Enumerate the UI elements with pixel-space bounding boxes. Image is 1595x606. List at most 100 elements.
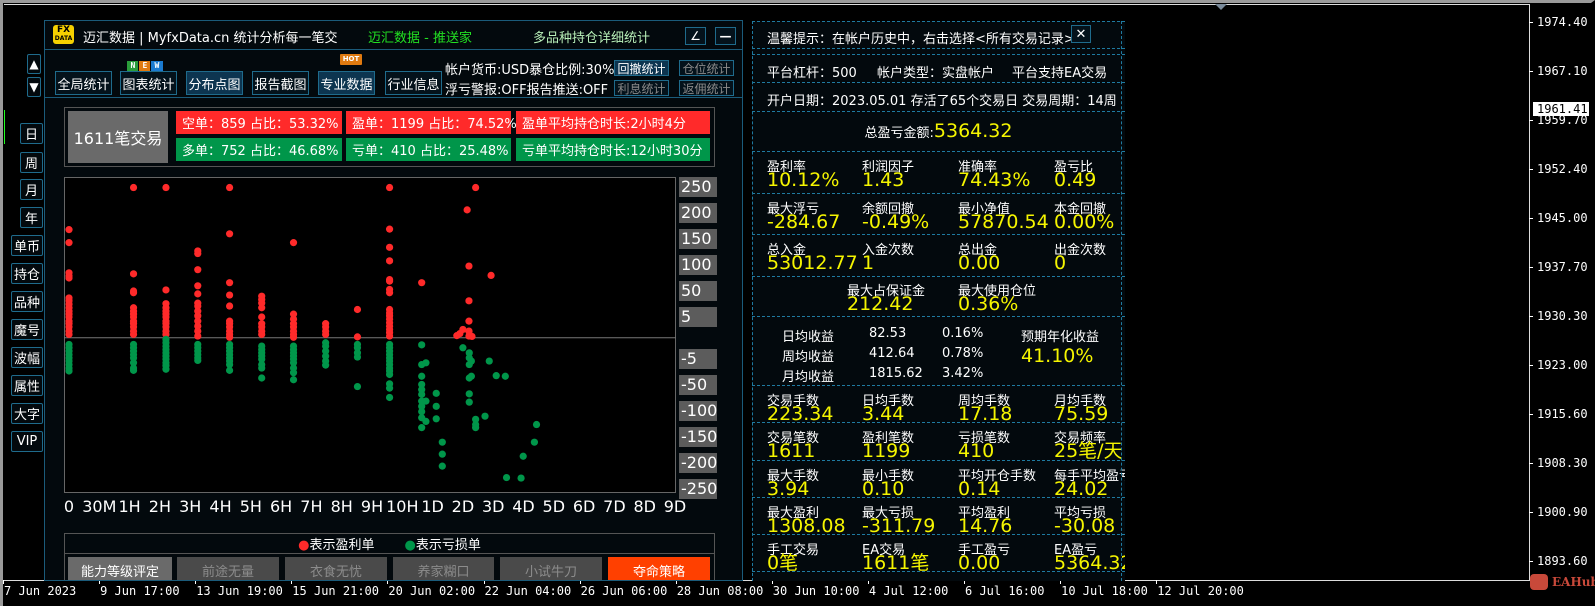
profit-trade-point [65,239,73,247]
distribution-scatter-plot [64,177,676,493]
eahub-text: EAHub [1552,575,1595,589]
profit-trade-point [225,279,234,287]
loss-trade-point [530,438,539,446]
loss-trade-point [472,424,480,432]
leverage: 平台杠杆：500 [767,66,857,81]
time-tick: 6 Jul 16:00 [963,580,1045,598]
stat-value: -311.79 [862,514,936,537]
rating-button-4[interactable]: 小试牛刀 [500,557,602,580]
tab-2[interactable]: 分布点图 [186,71,243,95]
minimize-button[interactable]: — [715,27,736,45]
fxdata-logo: FX DATA [53,25,74,44]
x-tick-label: 30M [82,497,117,516]
price-tick: 1923.00 [1529,358,1588,372]
period-button-9[interactable]: 属性 [11,375,43,396]
chart-shift-marker-icon[interactable] [1215,4,1227,10]
stat-value: 0.10 [862,477,905,500]
stat-value: 0笔 [767,552,799,575]
position-stats-button[interactable]: 仓位统计 [679,60,734,76]
new-badge-icon: NEW [127,61,163,71]
rebate-stats-button[interactable]: 返佣统计 [679,80,734,96]
x-tick-label: 9H [360,497,384,516]
period-button-10[interactable]: 大字 [11,403,43,424]
loss-trade-point [194,356,202,365]
rating-button-3[interactable]: 养家糊口 [393,557,494,580]
drawdown-stats-button[interactable]: 回撤统计 [614,60,669,76]
period-button-6[interactable]: 品种 [11,291,43,312]
loss-trade-point [418,424,426,432]
profit-trade-point [194,282,202,290]
stat-value: 10.12% [767,169,840,191]
income-label: 周均收益 [782,350,835,365]
period-button-8[interactable]: 波幅 [11,347,43,368]
loss-trade-point [432,389,440,397]
stat-value: 1611 [767,440,816,463]
loss-trade-point [501,372,509,380]
period-button-1[interactable]: 周 [20,152,43,173]
stat-value: 0.00 [958,252,1001,274]
time-tick: 10 Jul 18:00 [1060,580,1148,598]
tab-4[interactable]: 专业数据 [318,71,375,95]
margin-value: 0.36% [958,293,1019,315]
rating-button-2[interactable]: 衣食无忧 [285,557,387,580]
toolbar-divider [45,97,742,98]
loss-trade-point [485,357,493,365]
loss-trade-point [289,376,298,384]
scroll-up-button[interactable]: ▲ [27,54,41,74]
tab-1[interactable]: 图表统计 [120,71,177,95]
losing-orders: 亏单：410 占比：25.48% [346,138,511,161]
interest-stats-button[interactable]: 利息统计 [614,80,669,96]
rating-button-1[interactable]: 前途无量 [177,557,279,580]
time-tick: 15 Jun 21:00 [291,580,379,598]
legend-profit: ●表示盈利单 [298,534,374,553]
stat-value: 0.00 [958,552,1001,575]
edit-button[interactable]: ∠ [685,27,706,45]
ea-support: 平台支持EA交易 [1012,66,1108,81]
tab-0[interactable]: 全局统计 [55,71,112,95]
period-button-7[interactable]: 魔号 [11,319,43,340]
profit-trade-point [472,183,480,192]
stat-value: -30.08 [1054,514,1116,537]
close-button[interactable]: ✕ [1071,25,1091,43]
legend-profit-label: 表示盈利单 [309,538,375,553]
loss-trade-point [418,341,426,349]
annual-return-value: 41.10% [1021,345,1094,367]
stat-value: 53012.77 [767,252,858,274]
profit-trade-point [225,183,234,192]
period-button-0[interactable]: 日 [20,123,43,144]
pusher-link[interactable]: 迈汇数据 - 推送家 [368,27,472,46]
income-percent: 0.16% [942,326,984,341]
account-stats-panel: 温馨提示：在帐户历史中，右击选择<所有交易记录> ✕ 平台杠杆：500 帐户类型… [752,21,1125,581]
period-button-5[interactable]: 持仓 [11,263,43,284]
loss-trade-point [422,397,430,405]
period-button-3[interactable]: 年 [20,207,43,228]
income-amount: 82.53 [869,326,907,341]
x-tick-label: 9D [663,497,687,516]
scroll-down-button[interactable]: ▼ [27,77,41,97]
price-tick: 1952.40 [1529,162,1588,176]
rating-button-5[interactable]: 夺命策略 [608,557,710,580]
period-button-11[interactable]: VIP [11,431,43,452]
time-tick: 26 Jun 06:00 [579,580,668,598]
period-button-4[interactable]: 单币 [11,235,43,256]
loss-trade-point [517,474,525,482]
income-percent: 0.78% [942,346,984,361]
tab-5[interactable]: 行业信息 [385,71,442,95]
legend: ●表示盈利单 ●表示亏损单 [64,533,715,554]
time-tick: 13 Jun 19:00 [195,580,283,598]
tab-3[interactable]: 报告截图 [252,71,309,95]
loss-trade-point [225,366,234,374]
x-tick-label: 6D [572,497,596,516]
x-tick-label: 4H [209,497,232,516]
loss-hold-time: 亏单平均持仓时长:12小时30分 [516,138,710,161]
eahub-logo-icon [1530,574,1548,590]
account-type: 帐户类型：实盘帐户 [877,66,995,81]
x-tick-label: 5H [239,497,262,516]
long-orders: 多单：752 占比：46.68% [176,138,342,161]
logo-text-bottom: DATA [54,35,73,42]
period-button-2[interactable]: 月 [20,179,43,200]
rating-button-0[interactable]: 能力等级评定 [68,557,172,580]
profit-trade-point [162,286,170,294]
x-tick-label: 2H [148,497,171,516]
profit-trade-point [225,291,234,299]
